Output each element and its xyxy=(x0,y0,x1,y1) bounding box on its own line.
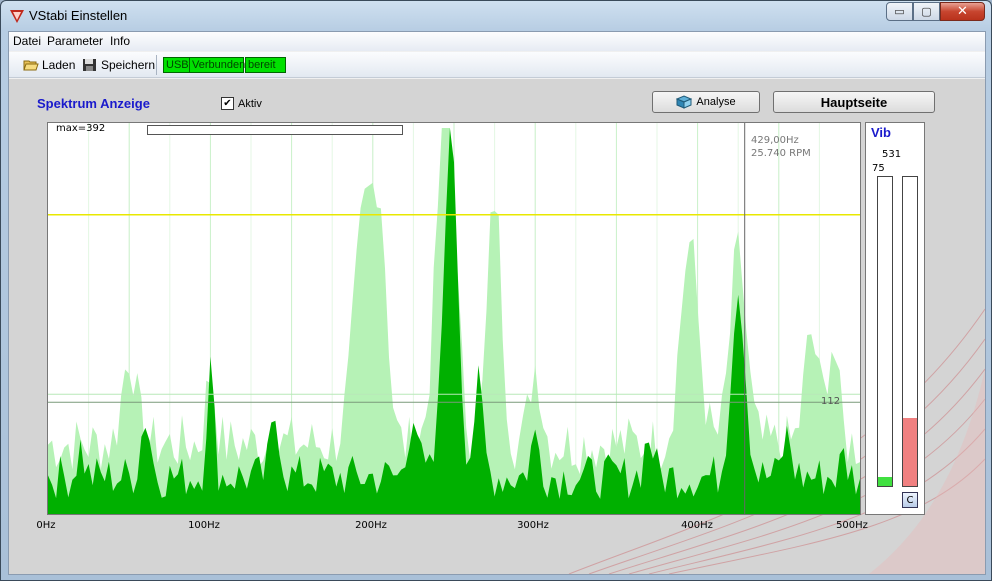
vstabi-logo-icon xyxy=(10,10,24,23)
spectrum-graph xyxy=(48,123,860,514)
menu-info[interactable]: Info xyxy=(110,34,130,48)
ready-status: bereit xyxy=(245,57,286,73)
minimize-button[interactable]: ▭ xyxy=(886,2,913,21)
menu-bar: Datei Parameter Info xyxy=(9,32,985,51)
window-title: VStabi Einstellen xyxy=(29,8,128,23)
vib-bar-left xyxy=(877,176,893,487)
checkmark-icon: ✔ xyxy=(223,97,232,109)
vib-bar-right-fill xyxy=(903,418,917,486)
save-label: Speichern xyxy=(101,58,156,72)
vib-bar-right xyxy=(902,176,918,487)
aktiv-checkbox[interactable]: ✔ Aktiv xyxy=(221,97,262,110)
progress-bar xyxy=(147,125,403,135)
x-tick-label: 0Hz xyxy=(36,520,56,531)
vib-title: Vib xyxy=(871,125,891,140)
load-button[interactable]: Laden xyxy=(23,55,75,75)
hauptseite-button[interactable]: Hauptseite xyxy=(773,91,935,113)
aktiv-label: Aktiv xyxy=(238,97,262,110)
load-label: Laden xyxy=(42,58,76,72)
threshold-label: 112 xyxy=(821,396,841,407)
book-icon xyxy=(676,95,693,109)
maximize-button[interactable]: ▢ xyxy=(913,2,940,21)
x-tick-label: 200Hz xyxy=(355,520,387,531)
cursor-rpm: 25.740 RPM xyxy=(751,148,811,159)
max-label: max=392 xyxy=(56,123,106,134)
x-tick-label: 300Hz xyxy=(517,520,549,531)
connection-status: Verbunden xyxy=(189,57,245,73)
menu-parameter[interactable]: Parameter xyxy=(47,34,103,48)
vib-panel: Vib 531 75 C xyxy=(865,122,925,515)
minimize-icon: ▭ xyxy=(894,5,905,18)
title-bar[interactable]: VStabi Einstellen ▭ ▢ ✕ xyxy=(1,1,991,31)
clear-label: C xyxy=(906,494,914,506)
toolbar-separator xyxy=(156,55,157,75)
aktiv-check-box[interactable]: ✔ xyxy=(221,97,234,110)
analyse-label: Analyse xyxy=(696,96,736,108)
menu-datei[interactable]: Datei xyxy=(13,34,41,48)
x-tick-label: 100Hz xyxy=(188,520,220,531)
vib-bar-left-fill xyxy=(878,476,892,486)
hauptseite-label: Hauptseite xyxy=(820,94,888,110)
vib-value-left: 75 xyxy=(872,163,885,174)
vib-value-top: 531 xyxy=(882,149,902,160)
cursor-frequency: 429,00Hz xyxy=(751,135,799,146)
folder-open-icon xyxy=(23,60,39,71)
spectrum-page: Spektrum Anzeige ✔ Aktiv Analyse Hauptse… xyxy=(9,79,985,574)
client-area: Datei Parameter Info Laden Speichern USB… xyxy=(8,31,986,575)
close-icon: ✕ xyxy=(957,4,968,19)
save-button[interactable]: Speichern xyxy=(82,55,155,75)
clear-button[interactable]: C xyxy=(902,492,918,508)
usb-status: USB xyxy=(163,57,192,73)
close-button[interactable]: ✕ xyxy=(940,2,985,21)
spectrum-heading: Spektrum Anzeige xyxy=(37,96,150,111)
spectrum-plot[interactable]: max=392 429,00Hz 25.740 RPM 112 xyxy=(47,122,861,515)
app-window: VStabi Einstellen ▭ ▢ ✕ Datei Parameter … xyxy=(0,0,992,581)
x-tick-label: 500Hz xyxy=(836,520,868,531)
save-disk-icon xyxy=(83,59,96,71)
maximize-icon: ▢ xyxy=(921,5,932,18)
toolbar: Laden Speichern USB Verbunden bereit xyxy=(9,52,985,78)
x-tick-label: 400Hz xyxy=(681,520,713,531)
analyse-button[interactable]: Analyse xyxy=(652,91,760,113)
